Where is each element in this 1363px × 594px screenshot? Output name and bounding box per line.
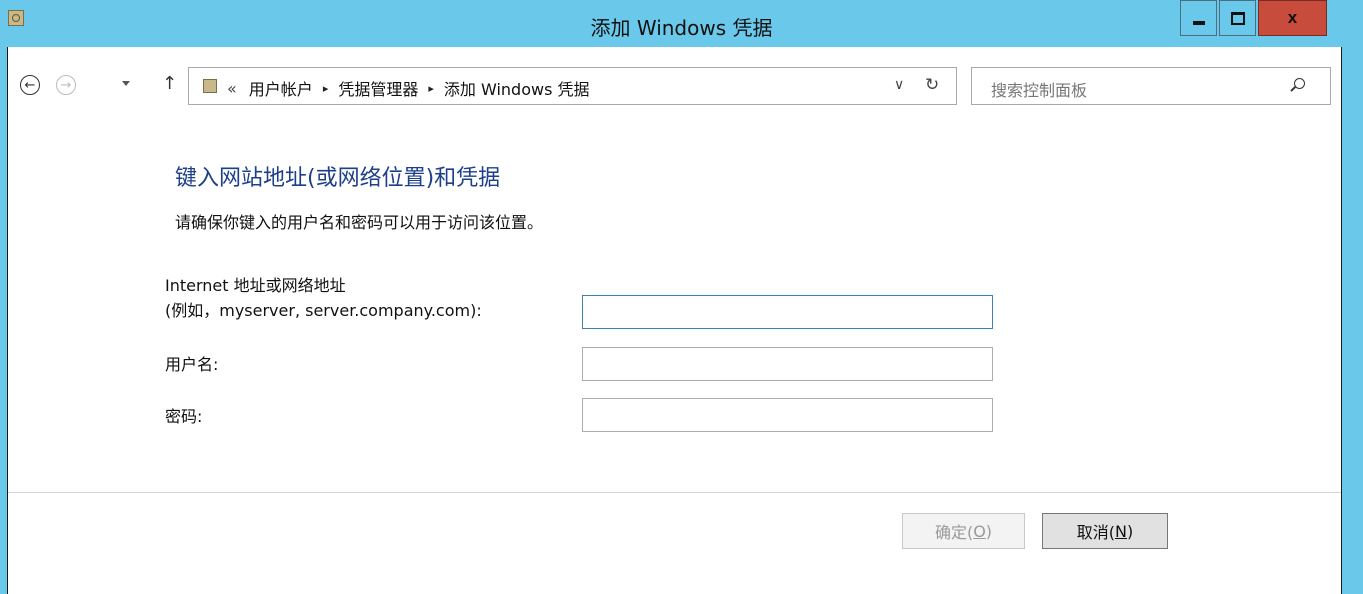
ok-button-label: 确定( (934, 523, 974, 542)
window-frame-right (1342, 0, 1363, 594)
window-title: 添加 Windows 凭据 (590, 16, 773, 40)
search-placeholder: 搜索控制面板 (991, 81, 1088, 100)
forward-button[interactable]: → (56, 75, 76, 95)
search-icon[interactable] (1294, 78, 1305, 89)
page-title: 键入网站地址(或网络位置)和凭据 (175, 166, 501, 191)
breadcrumb-item-credential-manager[interactable]: 凭据管理器 (338, 76, 418, 100)
address-label: Internet 地址或网络地址 (例如，myserver, server.co… (165, 273, 482, 323)
ok-button[interactable]: 确定(O) (902, 513, 1025, 549)
forward-arrow-icon: → (60, 77, 72, 93)
recent-locations-dropdown-icon[interactable] (122, 81, 130, 86)
internet-address-input[interactable] (582, 295, 993, 329)
breadcrumb-item-add-windows-credential[interactable]: 添加 Windows 凭据 (444, 76, 590, 100)
title-bar: 添加 Windows 凭据 x (0, 0, 1363, 47)
minimize-button[interactable] (1180, 0, 1217, 36)
cancel-button-label: 取消( (1076, 523, 1116, 542)
back-arrow-icon: ← (24, 77, 36, 93)
minimize-icon (1192, 21, 1205, 25)
ok-button-accesskey: O (973, 521, 986, 541)
username-input[interactable] (582, 347, 993, 381)
window-frame-right-edge (1341, 47, 1342, 594)
instruction-text: 请确保你键入的用户名和密码可以用于访问该位置。 (175, 213, 544, 232)
address-bar[interactable]: « 用户帐户 ▸ 凭据管理器 ▸ 添加 Windows 凭据 ∨ ↻ (188, 67, 957, 105)
address-label-line1: Internet 地址或网络地址 (165, 276, 346, 295)
breadcrumb-item-user-accounts[interactable]: 用户帐户 (249, 76, 313, 100)
address-label-line2: (例如，myserver, server.company.com): (165, 301, 482, 320)
search-control-panel-input[interactable]: 搜索控制面板 (971, 67, 1331, 105)
maximize-icon (1230, 11, 1245, 25)
username-label: 用户名: (165, 355, 219, 374)
refresh-icon[interactable]: ↻ (925, 75, 939, 95)
breadcrumb: « 用户帐户 ▸ 凭据管理器 ▸ 添加 Windows 凭据 (227, 76, 590, 100)
close-icon: x (1287, 8, 1298, 27)
window-frame-left (0, 0, 7, 594)
breadcrumb-separator-icon[interactable]: ▸ (428, 82, 434, 95)
close-button[interactable]: x (1258, 0, 1327, 36)
ok-button-label-suffix: ) (985, 521, 993, 541)
cancel-button-accesskey: N (1115, 521, 1127, 541)
up-button[interactable]: ↑ (162, 73, 177, 94)
footer-divider (8, 492, 1341, 493)
address-dropdown-icon[interactable]: ∨ (894, 77, 904, 93)
password-input[interactable] (582, 398, 993, 432)
maximize-button[interactable] (1219, 0, 1256, 36)
cancel-button[interactable]: 取消(N) (1042, 513, 1168, 549)
control-panel-icon (203, 79, 217, 93)
back-button[interactable]: ← (20, 75, 40, 95)
password-label: 密码: (165, 407, 203, 426)
breadcrumb-overflow-button[interactable]: « (227, 79, 237, 98)
navigation-bar: ← → ↑ « 用户帐户 ▸ 凭据管理器 ▸ 添加 Windows 凭据 ∨ ↻… (8, 47, 1341, 139)
breadcrumb-separator-icon[interactable]: ▸ (323, 82, 329, 95)
cancel-button-label-suffix: ) (1126, 521, 1134, 541)
